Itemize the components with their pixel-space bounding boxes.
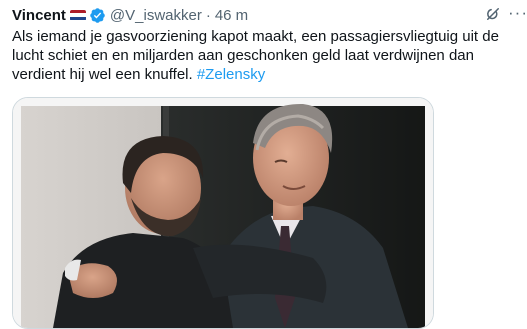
netherlands-flag-icon: [69, 9, 86, 21]
author-handle[interactable]: @V_iswakker: [110, 7, 202, 24]
tweet-card[interactable]: Vincent @V_iswakker · 46 m ··· Als ieman…: [0, 0, 527, 329]
author-name[interactable]: Vincent: [12, 7, 66, 24]
more-options-icon[interactable]: ···: [508, 4, 527, 22]
grok-icon[interactable]: [484, 5, 502, 23]
tweet-header: Vincent @V_iswakker · 46 m: [12, 4, 248, 26]
photo-two-men-embracing: [13, 98, 433, 328]
hashtag-link[interactable]: #Zelensky: [197, 66, 265, 83]
verified-badge-icon: [90, 7, 105, 23]
separator-dot: ·: [205, 6, 211, 24]
tweet-text: Als iemand je gasvoorziening kapot maakt…: [12, 27, 520, 84]
tweet-photo[interactable]: [12, 97, 434, 329]
tweet-timestamp[interactable]: 46 m: [215, 7, 248, 24]
